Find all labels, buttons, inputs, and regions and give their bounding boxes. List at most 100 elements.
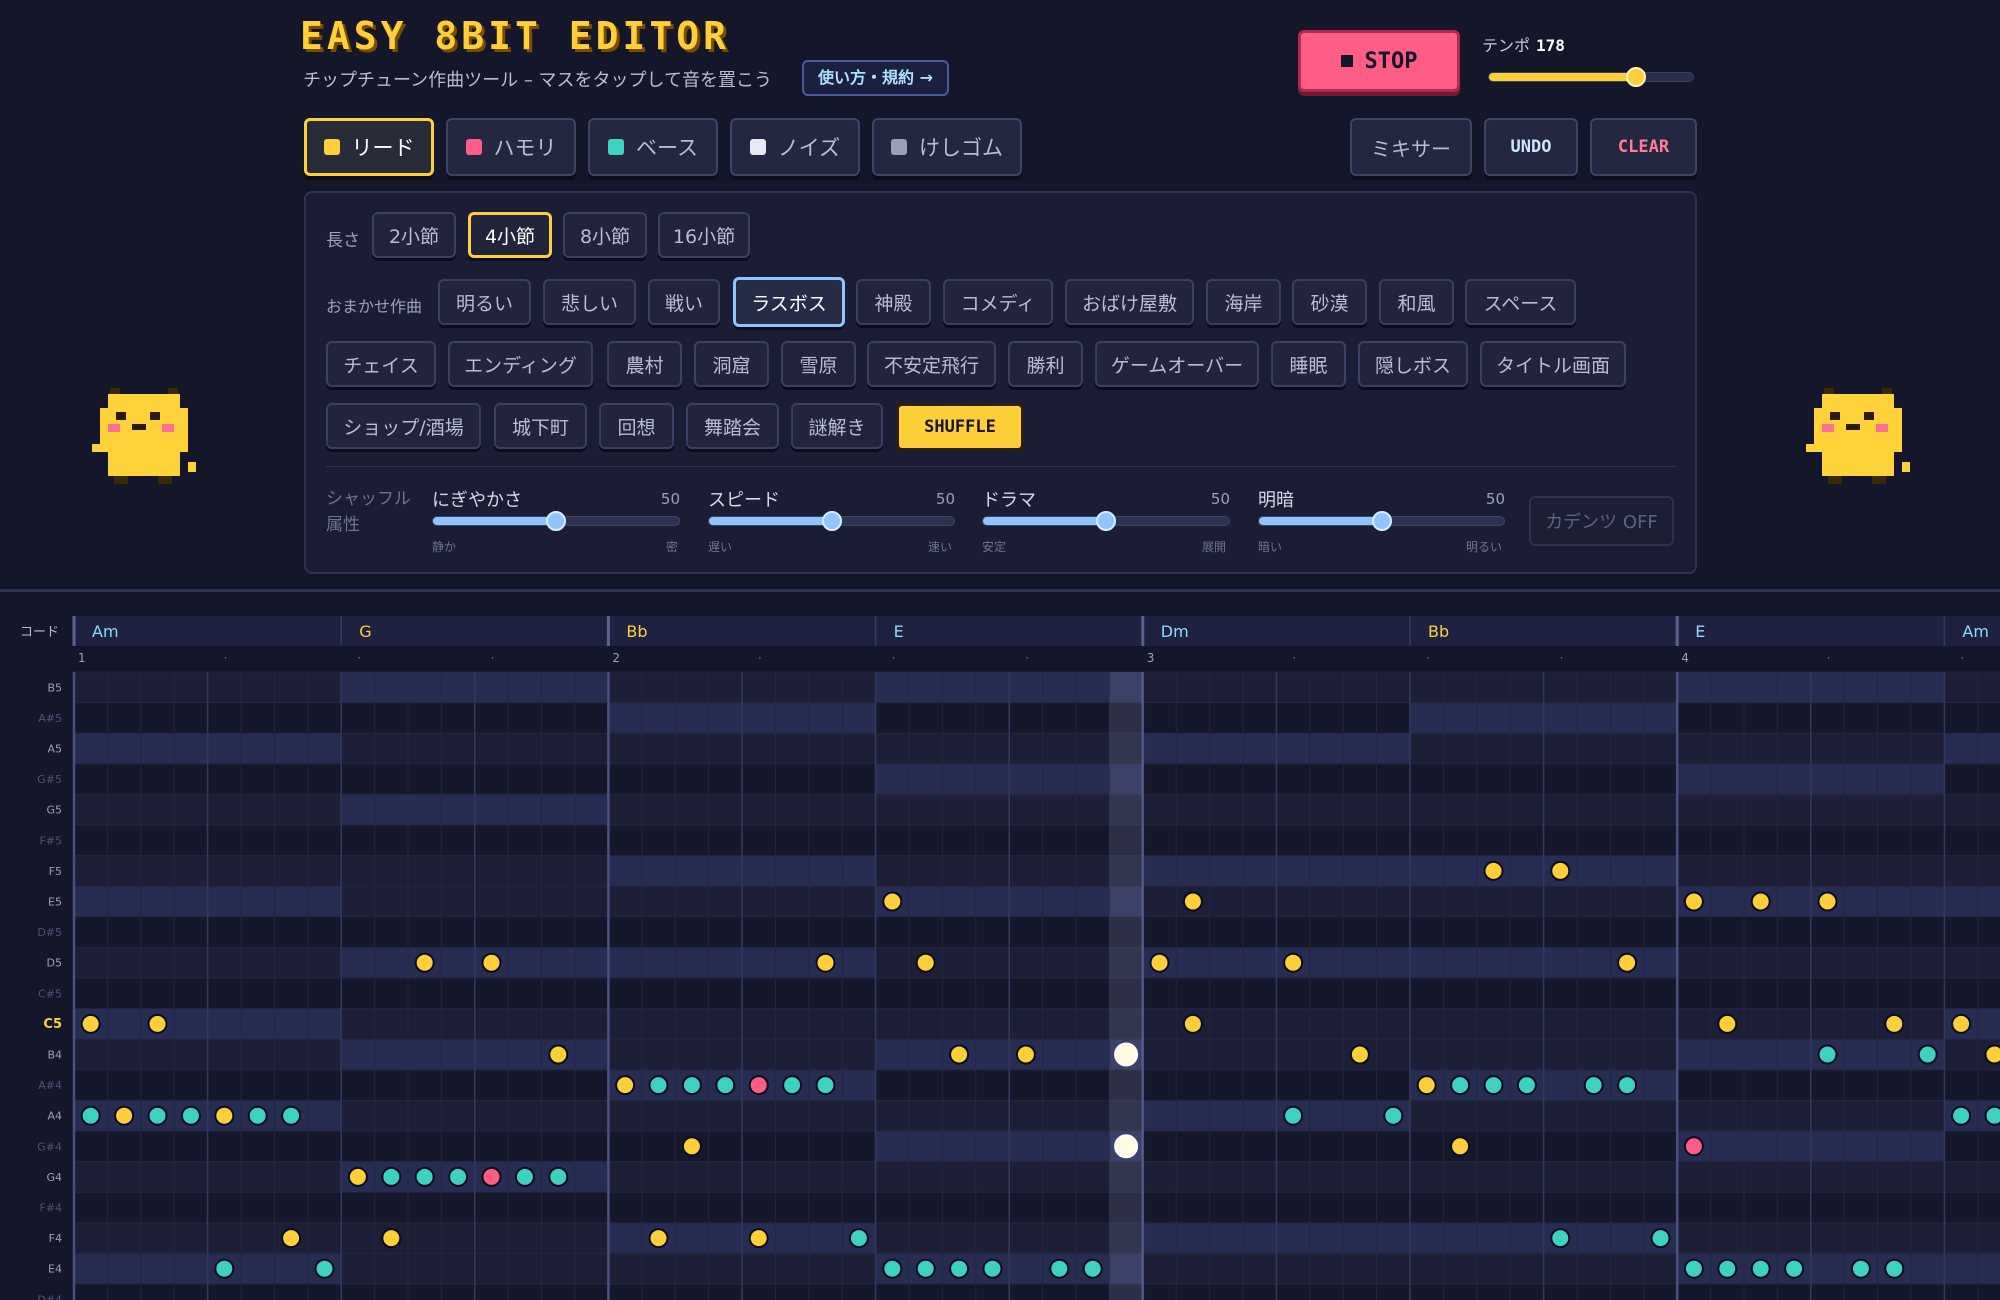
note-bass xyxy=(915,1258,936,1279)
brightness-slider[interactable] xyxy=(1258,511,1505,531)
length-option-4[interactable]: 4小節 xyxy=(468,212,552,258)
note-bass xyxy=(782,1075,803,1096)
note-lead xyxy=(80,1013,101,1034)
drama-slider-fill xyxy=(983,517,1106,525)
note-bass xyxy=(1951,1105,1972,1126)
preset-battle[interactable]: 戦い xyxy=(648,279,720,325)
note-harmony xyxy=(481,1166,502,1187)
help-terms-button[interactable]: 使い方・規約 → xyxy=(802,60,949,96)
track-harmony-button[interactable]: ハモリ xyxy=(446,118,576,176)
clear-button[interactable]: CLEAR xyxy=(1590,118,1697,176)
note-bass xyxy=(882,1258,903,1279)
drama-max-label: 展開 xyxy=(1202,540,1227,554)
speed-slider[interactable] xyxy=(708,511,955,531)
shuffle-button[interactable]: SHUFFLE xyxy=(896,403,1024,451)
beat-marker: · xyxy=(1292,651,1296,665)
note-bass xyxy=(648,1075,669,1096)
preset-shop-tavern[interactable]: ショップ/酒場 xyxy=(326,403,481,449)
lead-color-icon xyxy=(323,139,340,155)
preset-title-screen[interactable]: タイトル画面 xyxy=(1480,341,1626,387)
preset-comedy[interactable]: コメディ xyxy=(943,279,1053,325)
preset-hidden-boss[interactable]: 隠しボス xyxy=(1358,341,1468,387)
brightness-slider-handle[interactable] xyxy=(1371,511,1392,531)
drama-slider[interactable] xyxy=(982,511,1230,531)
noise-color-icon xyxy=(749,139,766,155)
note-bass xyxy=(1450,1075,1471,1096)
note-bass xyxy=(448,1166,469,1187)
note-lead xyxy=(1450,1136,1471,1157)
sequencer[interactable]: コード Am G Bb E Dm Bb E Am 1 · · · 2 · · · 3 · · · 4 · · B5 A#5 A5 G#… xyxy=(0,592,2000,1300)
preset-unstable-flight[interactable]: 不安定飛行 xyxy=(867,341,996,387)
mixer-button[interactable]: ミキサー xyxy=(1350,118,1472,176)
preset-last-boss[interactable]: ラスボス xyxy=(733,277,845,327)
preset-castle-town[interactable]: 城下町 xyxy=(494,403,587,449)
note-lead xyxy=(1182,891,1203,912)
note-lead xyxy=(1283,952,1304,973)
drama-slider-handle[interactable] xyxy=(1096,511,1116,531)
undo-button[interactable]: UNDO xyxy=(1484,118,1578,176)
speed-slider-fill xyxy=(709,517,832,525)
preset-snowfield[interactable]: 雪原 xyxy=(781,341,856,387)
chord-tone-row xyxy=(1944,1253,2000,1284)
liveliness-slider-fill xyxy=(433,517,556,525)
preset-haunted-house[interactable]: おばけ屋敷 xyxy=(1065,279,1194,325)
note-bass xyxy=(1516,1075,1537,1096)
note-bass xyxy=(1583,1075,1604,1096)
note-bass xyxy=(80,1105,101,1126)
note-bass xyxy=(247,1105,268,1126)
preset-flashback[interactable]: 回想 xyxy=(599,403,674,449)
preset-beach[interactable]: 海岸 xyxy=(1206,279,1281,325)
liveliness-min-label: 静か xyxy=(432,540,457,554)
track-eraser-button[interactable]: けしゴム xyxy=(872,118,1022,176)
liveliness-slider[interactable] xyxy=(432,511,680,531)
bar-number: 3 xyxy=(1147,651,1155,665)
tempo-slider[interactable] xyxy=(1488,67,1694,87)
tempo-label: テンポ xyxy=(1482,36,1531,55)
preset-sleep[interactable]: 睡眠 xyxy=(1271,341,1346,387)
note-lead xyxy=(147,1013,168,1034)
preset-farm-village[interactable]: 農村 xyxy=(607,341,682,387)
preset-space[interactable]: スペース xyxy=(1465,279,1576,325)
length-option-16[interactable]: 16小節 xyxy=(658,212,750,258)
note-lead xyxy=(949,1044,970,1065)
track-lead-button[interactable]: リード xyxy=(304,118,434,176)
cadence-toggle[interactable]: カデンツ OFF xyxy=(1529,496,1674,546)
preset-game-over[interactable]: ゲームオーバー xyxy=(1095,341,1259,387)
preset-sad[interactable]: 悲しい xyxy=(543,279,636,325)
track-bass-label: ベース xyxy=(636,136,698,160)
preset-chase[interactable]: チェイス xyxy=(326,341,436,387)
app-title: EASY 8BIT EDITOR xyxy=(300,14,731,58)
pitch-label: A#4 xyxy=(38,1079,62,1092)
preset-ball[interactable]: 舞踏会 xyxy=(686,403,779,449)
preset-ending[interactable]: エンディング xyxy=(448,341,593,387)
preset-puzzle[interactable]: 謎解き xyxy=(791,403,883,449)
liveliness-slider-handle[interactable] xyxy=(546,511,566,531)
preset-victory[interactable]: 勝利 xyxy=(1008,341,1083,387)
beat-marker: · xyxy=(491,651,495,665)
note-bass xyxy=(414,1166,435,1187)
preset-cave[interactable]: 洞窟 xyxy=(694,341,769,387)
pitch-label: G#4 xyxy=(37,1140,62,1153)
brightness-min-label: 暗い xyxy=(1258,540,1283,554)
note-lead xyxy=(1015,1044,1036,1065)
note-bass xyxy=(1750,1258,1771,1279)
length-option-2[interactable]: 2小節 xyxy=(372,212,456,258)
preset-temple[interactable]: 神殿 xyxy=(856,279,931,325)
preset-bright[interactable]: 明るい xyxy=(438,279,531,325)
length-option-8[interactable]: 8小節 xyxy=(563,212,647,258)
stop-label: STOP xyxy=(1364,48,1418,74)
preset-desert[interactable]: 砂漠 xyxy=(1292,279,1367,325)
piano-roll-grid[interactable]: コード Am G Bb E Dm Bb E Am 1 · · · 2 · · · 3 · · · 4 · · B5 A#5 A5 G#… xyxy=(0,592,2000,1300)
note-bass xyxy=(1884,1258,1905,1279)
stop-button[interactable]: STOP xyxy=(1298,30,1460,92)
tempo-slider-handle[interactable] xyxy=(1625,67,1646,87)
preset-japanese[interactable]: 和風 xyxy=(1379,279,1454,325)
note-lead xyxy=(381,1228,402,1249)
track-noise-button[interactable]: ノイズ xyxy=(730,118,860,176)
note-bass xyxy=(1717,1258,1738,1279)
speed-slider-handle[interactable] xyxy=(821,511,842,531)
track-bass-button[interactable]: ベース xyxy=(588,118,718,176)
note-lead xyxy=(1617,952,1638,973)
speed-max-label: 速い xyxy=(928,540,953,554)
note-lead xyxy=(748,1228,769,1249)
